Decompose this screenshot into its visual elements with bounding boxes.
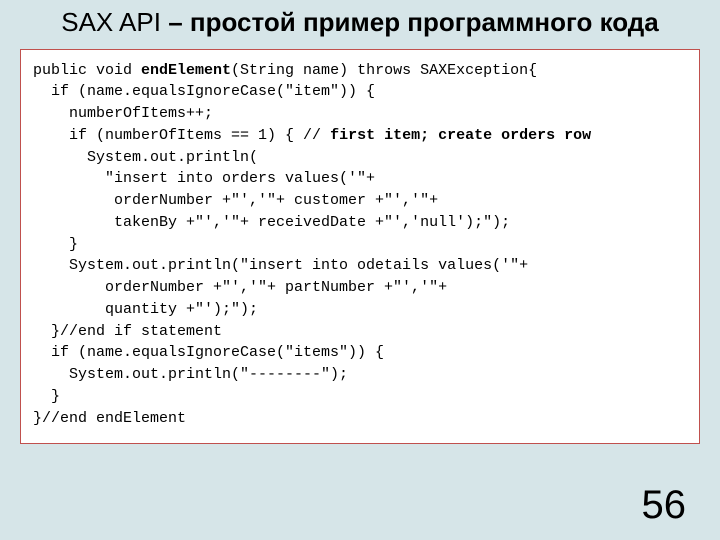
code-block: public void endElement(String name) thro… [20, 49, 700, 445]
code-l01c: (String name) throws SAXException{ [231, 62, 537, 79]
code-l01b: endElement [141, 62, 231, 79]
code-l02: if (name.equalsIgnoreCase("item")) { [33, 83, 375, 100]
code-l01a: public void [33, 62, 141, 79]
page-number: 56 [642, 483, 687, 528]
code-l04b: first item; create orders row [330, 127, 591, 144]
code-l08: takenBy +"','"+ receivedDate +"','null')… [33, 214, 510, 231]
code-l11: orderNumber +"','"+ partNumber +"','"+ [33, 279, 447, 296]
code-l13: }//end if statement [33, 323, 222, 340]
code-l07: orderNumber +"','"+ customer +"','"+ [33, 192, 438, 209]
code-l16: } [33, 388, 60, 405]
code-l03: numberOfItems++; [33, 105, 213, 122]
code-l12: quantity +"');"); [33, 301, 258, 318]
code-l17: }//end endElement [33, 410, 186, 427]
code-l04a: if (numberOfItems == 1) { // [33, 127, 330, 144]
code-l10: System.out.println("insert into odetails… [33, 257, 528, 274]
code-l09: } [33, 236, 78, 253]
title-sax: SAX API [61, 7, 161, 37]
title-rest: – простой пример программного кода [161, 7, 659, 37]
code-l05: System.out.println( [33, 149, 258, 166]
code-l14: if (name.equalsIgnoreCase("items")) { [33, 344, 384, 361]
code-l15: System.out.println("--------"); [33, 366, 348, 383]
slide-title: SAX API – простой пример программного ко… [0, 0, 720, 49]
code-l06: "insert into orders values('"+ [33, 170, 375, 187]
